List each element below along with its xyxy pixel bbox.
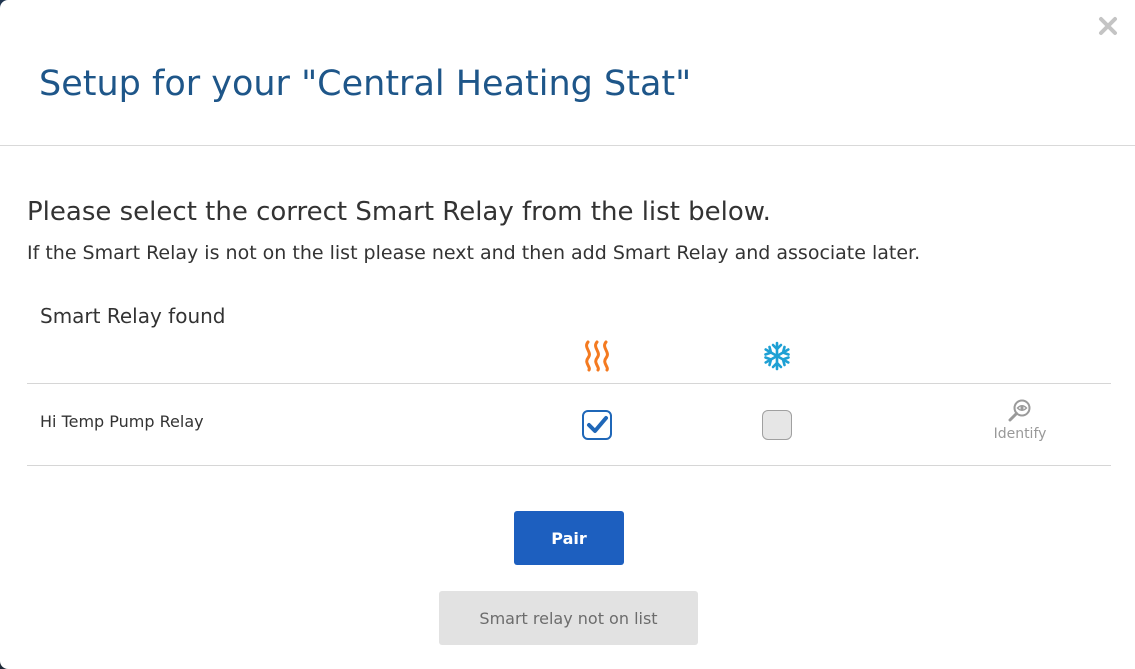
heat-checkbox[interactable] — [582, 410, 612, 440]
instruction-text: Please select the correct Smart Relay fr… — [27, 197, 771, 227]
snowflake-icon — [764, 341, 790, 371]
identify-button[interactable]: Identify — [988, 398, 1052, 450]
header-divider — [0, 145, 1135, 146]
relay-not-on-list-button[interactable]: Smart relay not on list — [439, 591, 698, 645]
setup-modal: Setup for your "Central Heating Stat" Pl… — [0, 0, 1135, 669]
magnifier-eye-icon — [1008, 399, 1031, 422]
cool-column-header — [762, 340, 792, 376]
heat-waves-icon — [585, 340, 609, 372]
table-divider-top — [27, 383, 1111, 384]
heat-column-header — [582, 340, 612, 376]
pair-button[interactable]: Pair — [514, 511, 624, 565]
section-label: Smart Relay found — [40, 304, 226, 328]
table-divider-bottom — [27, 465, 1111, 466]
checkmark-icon — [587, 416, 608, 433]
relay-name: Hi Temp Pump Relay — [40, 412, 204, 431]
cool-checkbox[interactable] — [762, 410, 792, 440]
close-button[interactable] — [1097, 12, 1119, 38]
modal-title: Setup for your "Central Heating Stat" — [39, 64, 692, 104]
subinstruction-text: If the Smart Relay is not on the list pl… — [27, 242, 921, 264]
close-icon — [1099, 17, 1117, 35]
identify-label: Identify — [993, 426, 1047, 442]
